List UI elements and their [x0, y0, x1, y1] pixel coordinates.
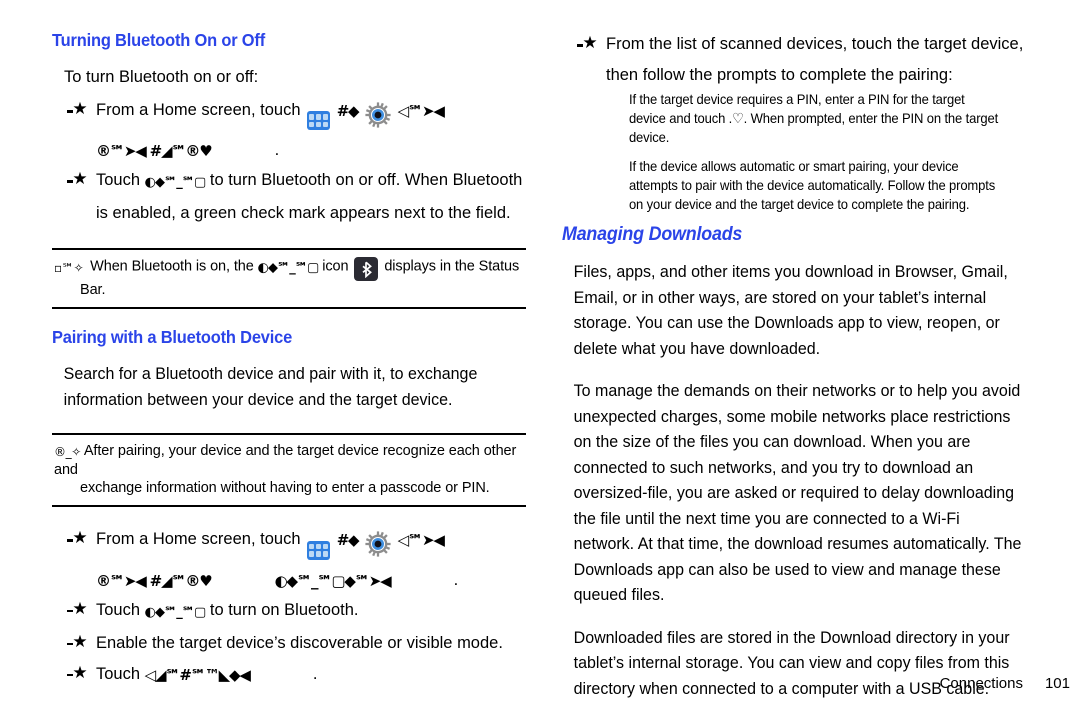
- bullet-from-home-screen-2: ★ From a Home screen, touch #◆ ◁℠➤◀: [52, 525, 526, 560]
- note-body: ▫℠✧ When Bluetooth is on, the ◐◆℠_℠▢ ico…: [52, 250, 526, 307]
- two-column-layout: Turning Bluetooth On or Off To turn Blue…: [52, 30, 1036, 710]
- footer-section-name: Connections: [939, 675, 1023, 692]
- bullet-from-list-of-scanned-devices-line2: then follow the prompts to complete the …: [606, 66, 953, 84]
- glyph-run-apps-label: #◆: [336, 531, 360, 550]
- glyph-run-connections-label: ®℠➤◀ #◢℠®♥: [96, 142, 213, 161]
- manual-page: Turning Bluetooth On or Off To turn Blue…: [0, 0, 1080, 720]
- left-column: Turning Bluetooth On or Off To turn Blue…: [52, 30, 526, 692]
- subparagraph-pin-entry: If the target device requires a PIN, ent…: [628, 91, 999, 145]
- note-text-line2: Bar.: [80, 282, 106, 299]
- note-after-pairing: ®_✧ After pairing, your device and the ta…: [52, 433, 526, 508]
- bullet-from-home-screen-1: ★ From a Home screen, touch #◆ ◁℠➤◀: [52, 96, 526, 131]
- bullet-touch-scan: ★ Touch ◁◢℠#℠™◣◆◀ .: [52, 660, 526, 690]
- bullet-text-before-icon: From a Home screen, touch: [96, 101, 301, 119]
- bullet-text-before-icon: From a Home screen, touch: [96, 530, 301, 549]
- glyph-run-bluetooth-label: ◐◆℠_℠▢◆℠➤◀: [274, 571, 392, 590]
- bullet-text-after: to turn Bluetooth on or off. When Blueto…: [209, 171, 523, 190]
- bullet-text-before: Touch: [96, 171, 141, 190]
- bullet-touch-bluetooth-toggle: ★ Touch ◐◆℠_℠▢ to turn Bluetooth on or o…: [52, 166, 526, 197]
- note-bluetooth-status-icon: ▫℠✧ When Bluetooth is on, the ◐◆℠_℠▢ ico…: [52, 248, 526, 310]
- bullet-from-home-screen-2-line2: ®℠➤◀ #◢℠®♥ ◐◆℠_℠▢◆℠➤◀ .: [52, 566, 526, 596]
- note-text-part1: When Bluetooth is on, the: [90, 258, 254, 275]
- glyph-run-settings-label: ◁℠➤◀: [397, 102, 445, 120]
- paragraph-downloads-intro: Files, apps, and other items you downloa…: [573, 263, 1008, 358]
- star-bullet-icon: ★: [67, 599, 90, 619]
- note-rule-bottom: [52, 307, 526, 310]
- footer-page-number: 101: [1044, 675, 1070, 692]
- settings-gear-icon: [365, 101, 391, 130]
- trailing-period: .: [453, 570, 459, 589]
- settings-gear-icon: [365, 530, 391, 559]
- glyph-run-settings-label: ◁℠➤◀: [397, 531, 445, 550]
- heading-pairing-with-a-bluetooth-device: Pairing with a Bluetooth Device: [52, 327, 293, 348]
- right-column: ★ From the list of scanned devices, touc…: [562, 30, 1036, 719]
- note-text-part2: icon: [322, 258, 349, 275]
- glyph-run-connections-label: ®℠➤◀ #◢℠®♥: [96, 571, 213, 590]
- note-prefix-glyph: ®_✧: [54, 445, 81, 460]
- bluetooth-status-icon: [354, 257, 379, 282]
- heading-turning-bluetooth-on-or-off: Turning Bluetooth On or Off: [52, 30, 265, 50]
- bullet-enable-discoverable-mode: ★ Enable the target device’s discoverabl…: [52, 629, 526, 658]
- bullet-text: Enable the target device’s discoverable …: [96, 633, 503, 652]
- star-bullet-icon: ★: [67, 663, 90, 683]
- page-footer: Connections 101: [940, 675, 1070, 692]
- note-body: ®_✧ After pairing, your device and the ta…: [52, 435, 526, 505]
- star-bullet-icon: ★: [67, 632, 90, 652]
- trailing-period: .: [312, 664, 318, 683]
- glyph-run-bluetooth-checkbox: ◐◆℠_℠▢: [257, 260, 320, 276]
- glyph-run-bluetooth-checkbox: ◐◆℠_℠▢: [144, 604, 207, 620]
- heading-managing-downloads: Managing Downloads: [562, 224, 743, 245]
- bullet-text-after: to turn on Bluetooth.: [209, 600, 359, 619]
- bullet-from-home-screen-1-line2: ®℠➤◀ #◢℠®♥ .: [52, 136, 526, 166]
- glyph-run-bluetooth-checkbox: ◐◆℠_℠▢: [144, 175, 207, 191]
- trailing-period: .: [274, 141, 280, 160]
- note-rule-bottom: [52, 505, 526, 508]
- apps-grid-icon: [307, 111, 331, 131]
- star-bullet-icon: ★: [67, 169, 90, 189]
- paragraph-network-restrictions: To manage the demands on their networks …: [573, 382, 1022, 604]
- bullet-from-list-of-scanned-devices: ★ From the list of scanned devices, touc…: [562, 30, 1036, 59]
- star-bullet-icon: ★: [577, 33, 600, 53]
- glyph-run-apps-label: #◆: [336, 102, 360, 120]
- apps-grid-icon: [307, 540, 331, 560]
- bullet-text-line1: From the list of scanned devices, touch …: [606, 35, 1024, 53]
- bullet-text-before: Touch: [96, 600, 141, 619]
- bullet-touch-to-turn-on-bluetooth: ★ Touch ◐◆℠_℠▢ to turn on Bluetooth.: [52, 596, 526, 627]
- bullet-touch-bluetooth-toggle-line2: is enabled, a green check mark appears n…: [96, 204, 511, 223]
- star-bullet-icon: ★: [67, 528, 90, 548]
- lead-turn-bluetooth: To turn Bluetooth on or off:: [64, 68, 259, 86]
- note-text-part3: displays in the Status: [384, 258, 520, 275]
- star-bullet-icon: ★: [67, 99, 90, 119]
- note-text-line2: exchange information without having to e…: [80, 480, 490, 497]
- glyph-run-scan-label: ◁◢℠#℠™◣◆◀: [144, 665, 251, 684]
- bullet-text-before: Touch: [96, 664, 141, 683]
- note-prefix-glyph: ▫℠✧: [54, 260, 84, 275]
- paragraph-pairing-intro: Search for a Bluetooth device and pair w…: [63, 365, 478, 409]
- subparagraph-smart-pairing: If the device allows automatic or smart …: [628, 158, 996, 212]
- note-text: After pairing, your device and the targe…: [54, 443, 517, 479]
